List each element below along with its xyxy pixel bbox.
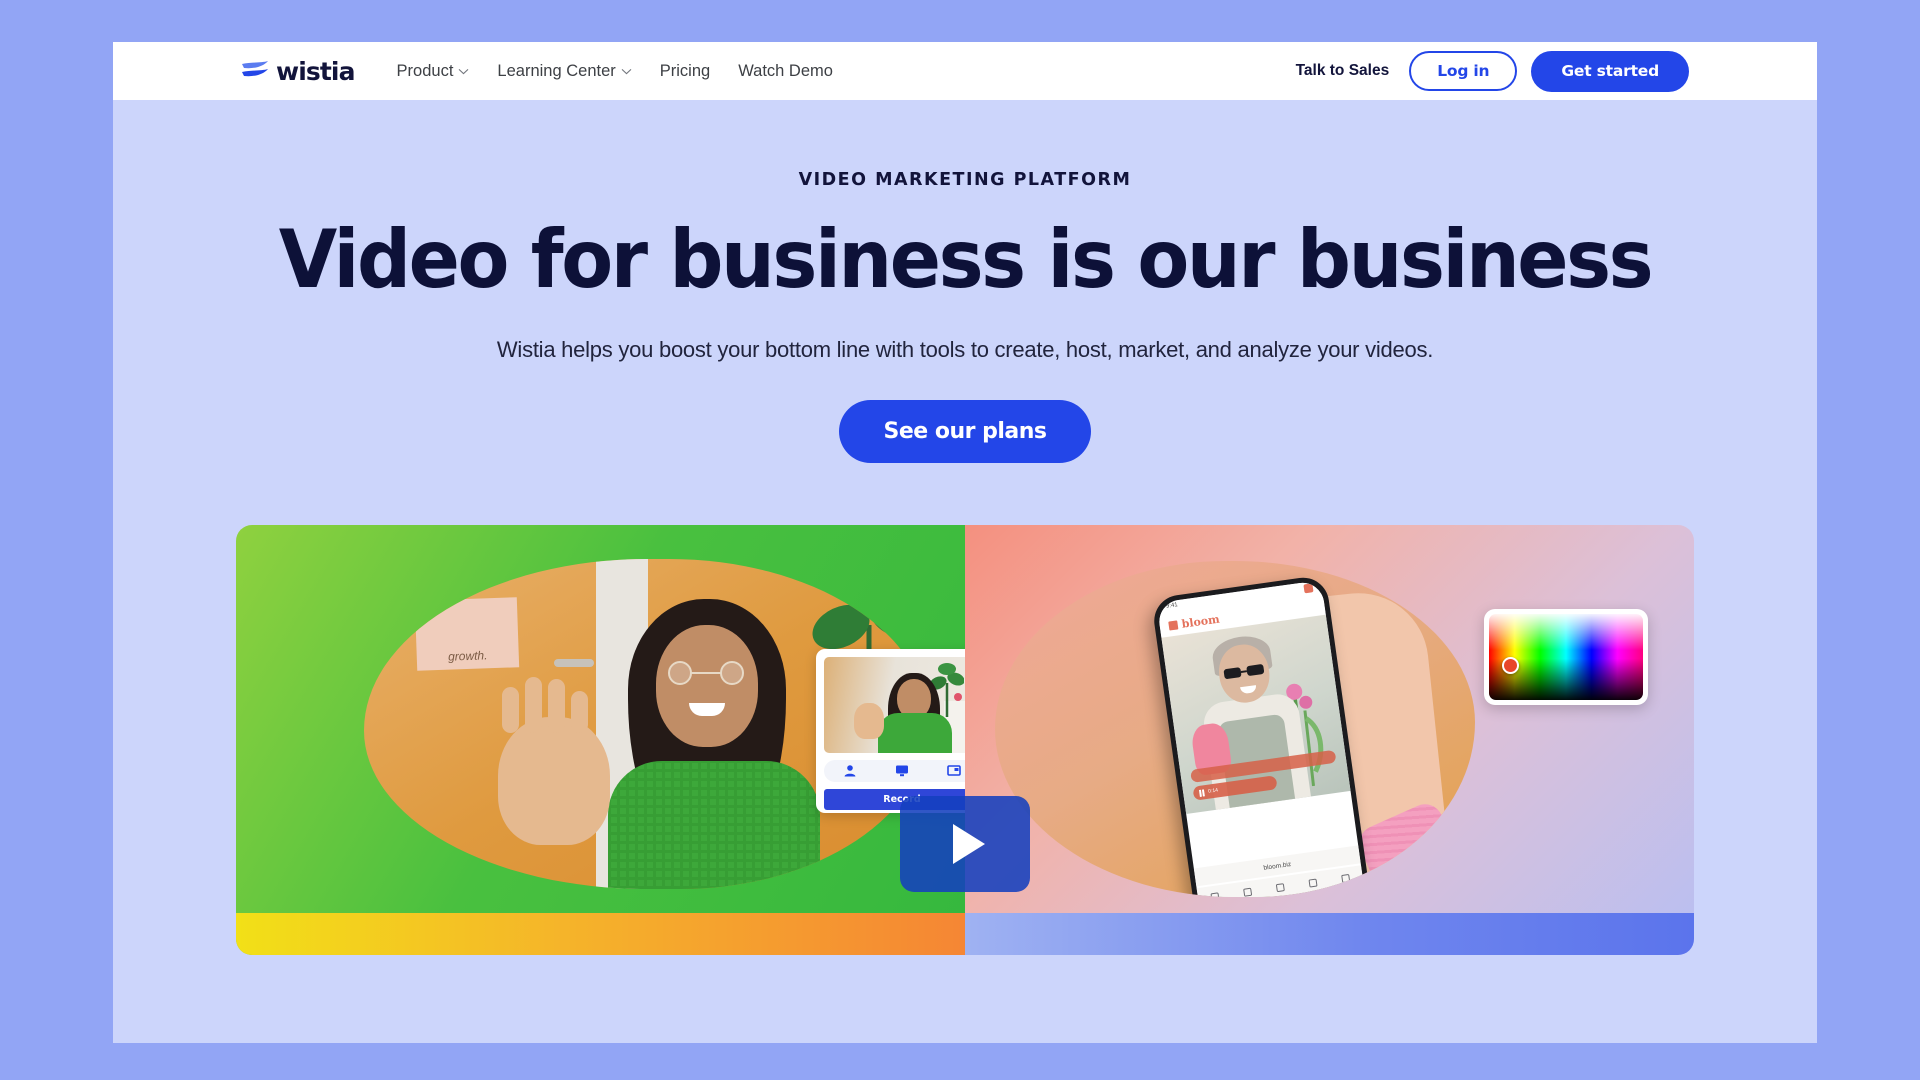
phone-url-text: bloom.biz — [1263, 860, 1292, 871]
nav-item-learning-center-label: Learning Center — [497, 61, 616, 80]
preview-person — [854, 669, 956, 753]
growth-poster-text: growth. — [447, 647, 488, 664]
bloom-site-name: bloom — [1180, 611, 1221, 630]
color-picker[interactable] — [1484, 608, 1648, 705]
record-option-window[interactable] — [947, 764, 961, 777]
hero-section: VIDEO MARKETING PLATFORM Video for busin… — [113, 100, 1817, 955]
site-header: wistia Product Learning Center Pricing W… — [113, 42, 1817, 100]
sleeve-knit-texture — [1353, 798, 1468, 897]
phone-status-indicator — [1303, 582, 1314, 593]
waving-hand — [498, 676, 610, 845]
person-camera-icon — [844, 765, 856, 777]
forward-icon[interactable] — [1242, 887, 1252, 897]
media-panel-right: 9:41 bloom 0:14 bloom.biz — [965, 524, 1694, 955]
bloom-flower-icon — [1168, 619, 1179, 630]
pause-icon — [1198, 788, 1205, 797]
nav-item-watch-demo-label: Watch Demo — [738, 61, 833, 80]
right-color-strip — [965, 912, 1694, 955]
person-face — [656, 624, 758, 747]
wistia-wave-logo-icon — [242, 61, 268, 77]
chevron-down-icon — [459, 68, 469, 74]
share-icon[interactable] — [1275, 882, 1285, 892]
bookmarks-icon[interactable] — [1308, 878, 1318, 888]
nav-item-product-label: Product — [396, 61, 454, 80]
sweater-knit-texture — [608, 760, 820, 889]
nav-item-product[interactable]: Product — [383, 62, 484, 81]
preview-sweater — [878, 712, 952, 753]
page-title: Video for business is our business — [278, 213, 1654, 306]
record-option-screen[interactable] — [895, 764, 909, 777]
record-preview-thumbnail — [824, 656, 965, 753]
growth-poster: growth. — [414, 596, 520, 671]
record-source-options — [824, 759, 965, 782]
get-started-button[interactable]: Get started — [1531, 50, 1689, 92]
glasses-icon — [668, 660, 744, 685]
person-sweater — [608, 760, 820, 889]
nav-item-watch-demo[interactable]: Watch Demo — [724, 62, 847, 81]
log-in-button[interactable]: Log in — [1409, 51, 1518, 91]
back-icon[interactable] — [1210, 891, 1220, 897]
primary-navigation: wistia Product Learning Center Pricing W… — [241, 57, 847, 86]
media-panel-left: growth. Record — [236, 524, 965, 955]
nav-item-pricing[interactable]: Pricing — [646, 62, 724, 81]
wistia-logo[interactable]: wistia — [241, 57, 355, 86]
record-widget[interactable]: Record — [816, 648, 965, 813]
phone-status-time: 9:41 — [1165, 601, 1179, 610]
see-our-plans-button[interactable]: See our plans — [839, 399, 1091, 463]
play-button[interactable] — [900, 795, 1030, 892]
color-picker-gradient[interactable] — [1489, 613, 1643, 700]
video-time-label: 0:14 — [1207, 787, 1219, 795]
nav-item-learning-center[interactable]: Learning Center — [483, 62, 645, 81]
phone-photo-blob: 9:41 bloom 0:14 bloom.biz — [995, 560, 1475, 897]
preview-waving-hand — [854, 702, 884, 739]
wistia-wordmark: wistia — [276, 56, 355, 86]
chevron-down-icon — [621, 68, 632, 74]
hero-cta-wrap: See our plans — [113, 399, 1817, 463]
embedded-video-player[interactable]: 0:14 — [1161, 614, 1351, 814]
play-triangle-icon — [952, 823, 985, 864]
record-option-webcam[interactable] — [843, 764, 857, 777]
hero-video-thumbnail[interactable]: growth. Record 9:41 bloom 0:14 bloom.biz — [236, 524, 1694, 955]
hero-eyebrow: VIDEO MARKETING PLATFORM — [798, 170, 1132, 190]
color-picker-selector-dot[interactable] — [1502, 656, 1519, 674]
talk-to-sales-link[interactable]: Talk to Sales — [1296, 62, 1390, 80]
window-capture-icon — [947, 765, 961, 776]
left-color-strip — [236, 912, 965, 955]
screen-monitor-icon — [896, 765, 908, 777]
nav-item-pricing-label: Pricing — [659, 61, 711, 80]
header-actions: Talk to Sales Log in Get started — [1296, 42, 1689, 100]
hero-subhead: Wistia helps you boost your bottom line … — [496, 336, 1434, 362]
browser-viewport: wistia Product Learning Center Pricing W… — [113, 42, 1817, 1043]
tabs-icon[interactable] — [1341, 873, 1351, 883]
pink-sleeve — [1353, 798, 1468, 897]
